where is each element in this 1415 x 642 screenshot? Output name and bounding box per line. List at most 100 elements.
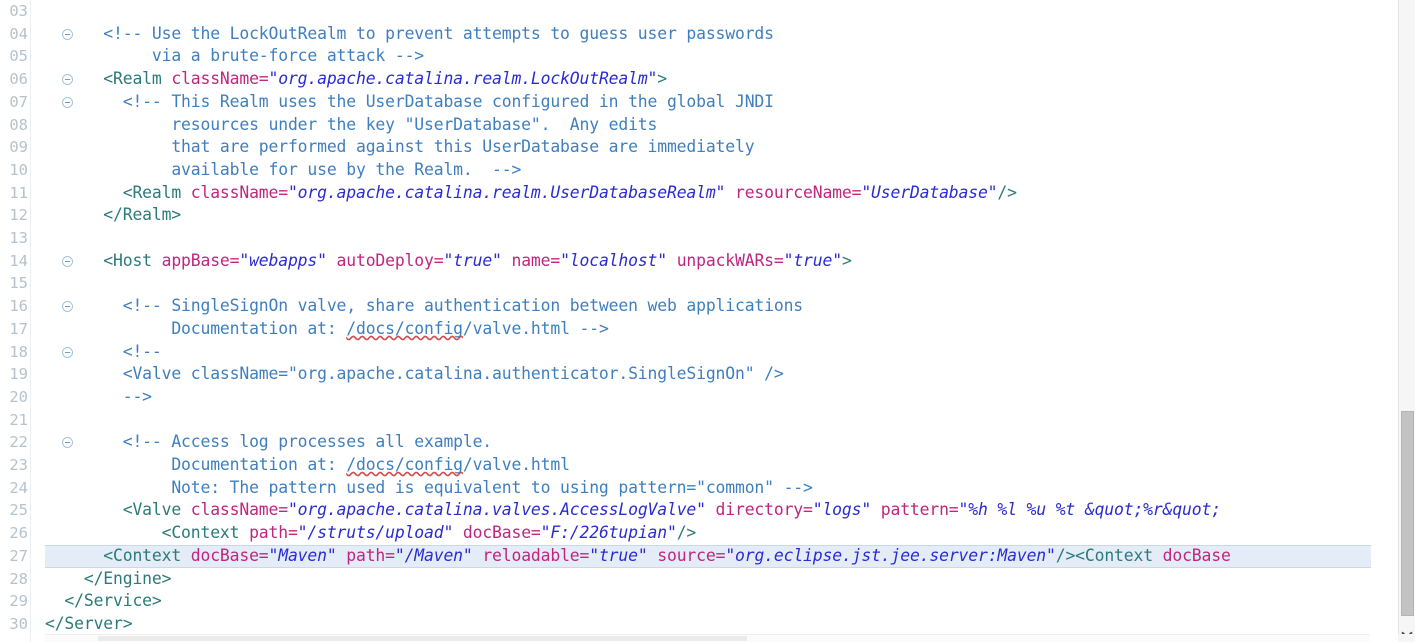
code-token: docBase= xyxy=(190,545,269,565)
line-number: 09 xyxy=(9,138,28,157)
line-number: 12 xyxy=(9,206,28,225)
code-token: Note: The pattern used is equivalent to … xyxy=(45,477,813,497)
code-line[interactable]: <Context docBase="Maven" path="/Maven" r… xyxy=(45,545,1231,568)
vertical-scrollbar[interactable] xyxy=(1398,0,1415,642)
line-number: 15 xyxy=(9,274,28,293)
line-number: 16 xyxy=(9,297,28,316)
line-number: 20 xyxy=(9,387,28,406)
line-number: 14 xyxy=(9,251,28,270)
code-token: className= xyxy=(190,182,288,202)
code-token: directory= xyxy=(705,500,813,520)
code-token: <!-- Access log processes all example. xyxy=(45,432,493,452)
code-token: /> xyxy=(676,523,697,543)
code-line[interactable]: <Realm className="org.apache.catalina.re… xyxy=(45,182,1017,205)
code-token: <!-- SingleSignOn valve, share authentic… xyxy=(45,296,804,316)
line-number: 07 xyxy=(9,92,28,111)
code-token: "logs" xyxy=(812,500,872,520)
code-token: "org.apache.catalina.realm.UserDatabaseR… xyxy=(287,182,726,202)
code-token: <Valve xyxy=(45,500,191,520)
code-line[interactable]: --> xyxy=(45,386,152,409)
xml-source-editor[interactable]: <!-- Use the LockOutRealm to prevent att… xyxy=(0,0,1415,642)
code-line[interactable]: Note: The pattern used is equivalent to … xyxy=(45,477,813,500)
code-token: reloadable= xyxy=(472,545,590,565)
line-number: 06 xyxy=(9,70,28,89)
code-token: "org.eclipse.jst.jee.server:Maven" xyxy=(725,545,1056,565)
code-line[interactable]: <!-- Access log processes all example. xyxy=(45,431,492,454)
code-token: <Valve className="org.apache.catalina.au… xyxy=(45,364,784,384)
code-token: via a brute-force attack --> xyxy=(45,46,425,66)
folding-margin[interactable] xyxy=(31,0,73,642)
code-token: "localhost" xyxy=(560,250,667,270)
code-line[interactable]: <Context path="/struts/upload" docBase="… xyxy=(45,522,697,545)
code-line[interactable]: <!-- This Realm uses the UserDatabase co… xyxy=(45,91,774,114)
code-token: /docs/config xyxy=(346,318,463,338)
code-token: <Context xyxy=(45,545,191,565)
code-line[interactable]: <!-- Use the LockOutRealm to prevent att… xyxy=(45,23,774,46)
code-line[interactable]: <Valve className="org.apache.catalina.au… xyxy=(45,363,784,386)
line-number: 11 xyxy=(9,183,28,202)
code-token: className= xyxy=(171,69,269,89)
code-token: "UserDatabase" xyxy=(861,182,998,202)
code-line[interactable]: <Valve className="org.apache.catalina.va… xyxy=(45,499,1231,522)
line-number: 23 xyxy=(9,456,28,474)
code-token: "true" xyxy=(443,250,502,270)
code-token: --> xyxy=(45,386,152,406)
line-number: 04 xyxy=(9,24,28,43)
code-token: name= xyxy=(501,250,561,270)
line-number: 05 xyxy=(9,47,28,66)
line-number: 24 xyxy=(9,478,28,497)
code-token: /docs/config xyxy=(346,455,463,474)
line-number: 25 xyxy=(9,501,28,520)
line-number: 30 xyxy=(9,614,28,633)
code-line[interactable]: via a brute-force attack --> xyxy=(45,45,424,68)
code-line[interactable]: <Host appBase="webapps" autoDeploy="true… xyxy=(45,250,852,273)
line-number: 22 xyxy=(9,433,28,452)
code-token: unpackWARs= xyxy=(667,250,784,270)
code-token: /> xyxy=(997,182,1017,202)
collapse-minus-circle-icon[interactable] xyxy=(62,28,73,40)
code-token: that are performed against this UserData… xyxy=(45,137,755,157)
collapse-minus-circle-icon[interactable] xyxy=(62,346,73,358)
line-number: 28 xyxy=(9,569,28,588)
code-line[interactable]: resources under the key "UserDatabase". … xyxy=(45,114,657,137)
code-line[interactable]: </Service> xyxy=(45,590,162,613)
code-token: "Maven" xyxy=(268,545,337,565)
code-token: "org.apache.catalina.realm.LockOutRealm" xyxy=(268,69,658,89)
line-number: 13 xyxy=(9,229,28,247)
line-number-gutter[interactable]: 03 04 05 06 07 08 09 10 11 12 13 14 15 16 17 18 19 20 21 22… xyxy=(0,0,30,642)
code-line[interactable]: </Server> xyxy=(45,613,133,636)
current-line-highlight-bottom-border xyxy=(45,566,1371,568)
code-token: docBase= xyxy=(453,523,541,543)
collapse-minus-circle-icon[interactable] xyxy=(62,255,73,267)
code-token: Documentation at: xyxy=(45,318,347,338)
code-token: <!-- Use the LockOutRealm to prevent att… xyxy=(45,23,774,43)
collapse-minus-circle-icon[interactable] xyxy=(62,96,73,108)
code-token: Documentation at: xyxy=(45,455,347,474)
code-token: /valve.html xyxy=(462,455,570,474)
vertical-scrollbar-thumb[interactable] xyxy=(1401,410,1414,617)
code-token: "true" xyxy=(783,250,842,270)
code-token: </Engine> xyxy=(45,568,172,588)
code-line[interactable]: that are performed against this UserData… xyxy=(45,136,754,159)
code-line[interactable]: <!-- SingleSignOn valve, share authentic… xyxy=(45,295,803,318)
horizontal-scrollbar[interactable] xyxy=(45,634,1370,642)
code-token: "/Maven" xyxy=(394,545,473,565)
code-token: path= xyxy=(336,545,395,565)
code-token: docBase xyxy=(1162,545,1231,565)
code-line[interactable]: available for use by the Realm. --> xyxy=(45,159,521,182)
line-number: 17 xyxy=(9,319,28,338)
horizontal-scrollbar-thumb[interactable] xyxy=(98,636,748,641)
code-line[interactable]: </Engine> xyxy=(45,568,172,591)
code-token: appBase= xyxy=(161,250,240,270)
code-token: resourceName= xyxy=(725,182,862,202)
line-number: 26 xyxy=(9,524,28,543)
code-line[interactable]: <Realm className="org.apache.catalina.re… xyxy=(45,68,667,91)
code-line[interactable]: Documentation at: /docs/config/valve.htm… xyxy=(45,318,608,341)
code-line[interactable]: </Realm> xyxy=(45,204,181,227)
code-token: "%h %l %u %t &quot;%r&quot; xyxy=(958,500,1231,520)
code-token: className= xyxy=(190,500,288,520)
code-token: autoDeploy= xyxy=(326,250,444,270)
code-line[interactable]: Documentation at: /docs/config/valve.htm… xyxy=(45,454,570,477)
code-token: </Service> xyxy=(45,591,162,611)
code-token: source= xyxy=(647,545,726,565)
